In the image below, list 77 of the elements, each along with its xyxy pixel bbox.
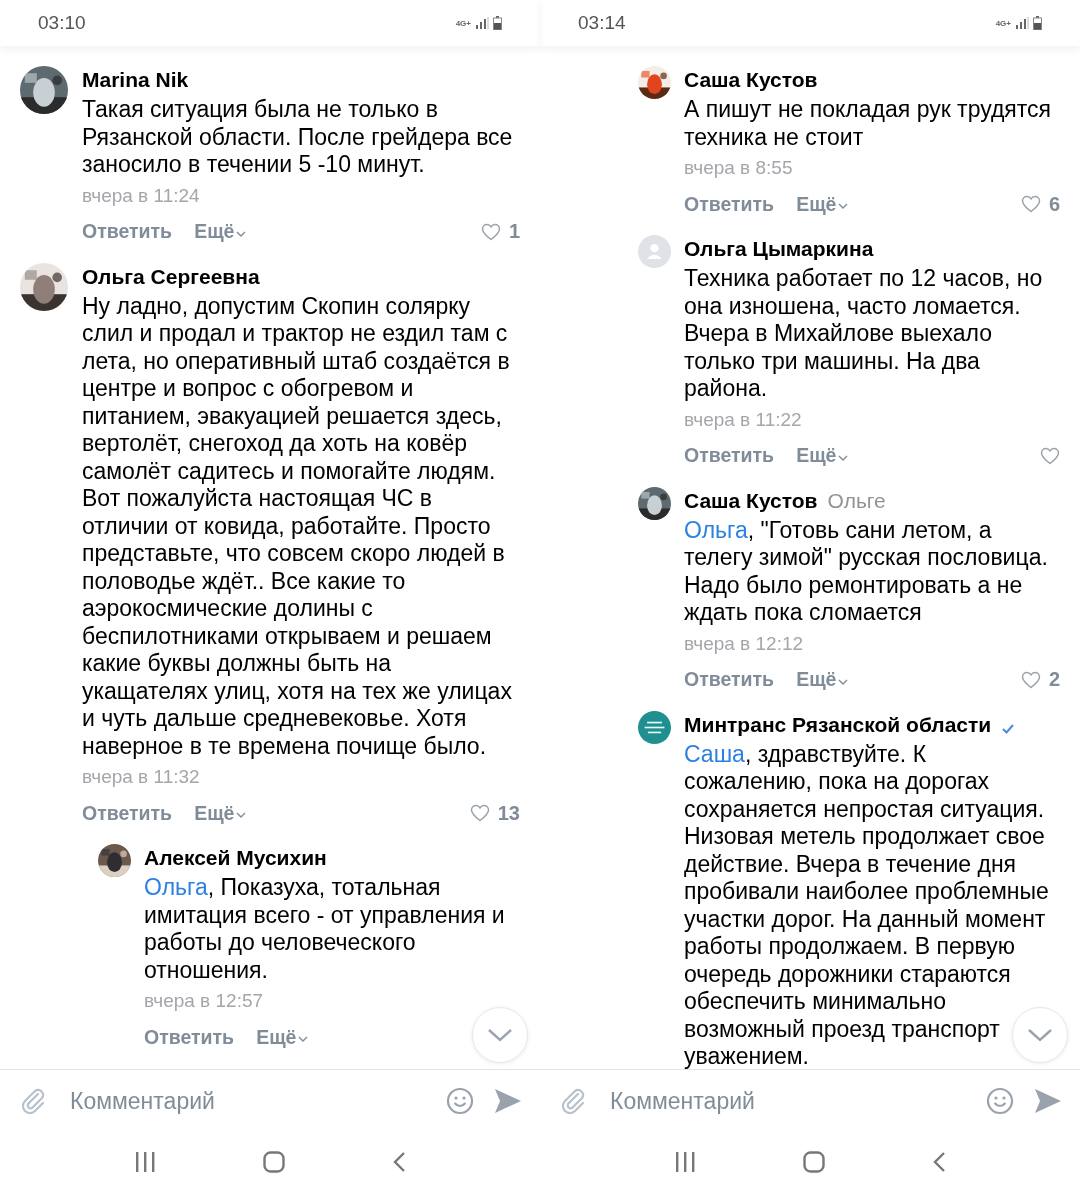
like-count: 2 — [1048, 668, 1060, 691]
author-name[interactable]: Минтранс Рязанской области — [684, 712, 992, 737]
comment-time: вчера в 12:12 — [684, 631, 805, 656]
author-name[interactable]: Саша Кустов — [684, 68, 818, 92]
caret-icon — [236, 230, 247, 237]
comment-input[interactable]: Комментарий — [608, 1086, 966, 1116]
network-type: 4G+ — [995, 18, 1011, 28]
comment-time: вчера в 11:32 — [82, 765, 201, 789]
more-link[interactable]: Ещё — [256, 1025, 309, 1049]
logo-icon — [638, 710, 671, 744]
chevron-down-icon — [487, 1028, 513, 1042]
battery-icon — [493, 16, 502, 30]
caret-icon — [838, 454, 849, 461]
reply-link[interactable]: Ответить — [684, 668, 775, 691]
comment-text: возможный проезд транспорт уважением. — [684, 1015, 1001, 1069]
author-name[interactable]: Алексей Мусихин — [144, 846, 327, 870]
comment-text: Ну ладно, допустим Скопин солярку слил и продал и трактор не ездил там с лета, но оперативный штаб создаётся в центре и вопрос с обогревом и питанием, эвакуацией решается здесь, вертолёт, снегоход да хоть на ковёр самолёт садитесь и помогайте людям. Вот пожалуйста настоящая ЧС в отличии от ковида, работайте. Просто представьте, что совсем скоро людей в половодье ждёт.. Все какие то аэрокосмические долины с беспилотниками открываем и решаем какие буквы должны быть на укащателях улиц, хотя на тех же улицах и чуть дальше средневековье. Хотя наверное в те времена почище было. — [82, 292, 513, 760]
comment-time: вчера в 8:55 — [684, 156, 794, 180]
mention-link[interactable]: Ольга — [144, 874, 208, 900]
author-name[interactable]: Ольга Сергеевна — [82, 264, 260, 289]
comment-input[interactable]: Комментарий — [68, 1086, 426, 1116]
author-name[interactable]: Marina Nik — [82, 68, 189, 92]
more-link[interactable]: Ещё — [796, 668, 849, 691]
like-count: 13 — [497, 801, 520, 825]
heart-icon[interactable] — [1020, 670, 1041, 689]
reply-link[interactable]: Ответить — [82, 220, 173, 243]
signal-icon — [475, 17, 489, 29]
comment-time: вчера в 11:22 — [684, 407, 803, 432]
more-link[interactable]: Ещё — [796, 444, 849, 467]
more-link[interactable]: Ещё — [796, 192, 849, 216]
comment-time: вчера в 12:57 — [144, 989, 265, 1013]
back-icon[interactable] — [392, 1151, 407, 1173]
heart-icon[interactable] — [1040, 446, 1060, 465]
mention-link[interactable]: Саша — [684, 740, 745, 767]
battery-icon — [1033, 16, 1042, 30]
more-link[interactable]: Ещё — [194, 801, 247, 825]
reply-link[interactable]: Ответить — [684, 444, 775, 467]
signal-icon — [1015, 17, 1029, 29]
reply-link[interactable]: Ответить — [144, 1025, 235, 1049]
comment-time: вчера в 11:24 — [82, 183, 201, 208]
comment-text: Ольга, "Готовь сани летом, а телегу зимой" русская пословица. Надо было ремонтировать а не ждать пока сломается — [684, 516, 1049, 627]
status-time: 03:14 — [578, 12, 626, 34]
heart-icon[interactable] — [1020, 195, 1041, 213]
heart-icon[interactable] — [469, 804, 490, 822]
like-count: 6 — [1048, 192, 1060, 216]
send-icon[interactable] — [1034, 1088, 1062, 1114]
reply-link[interactable]: Ответить — [684, 192, 775, 216]
caret-icon — [838, 203, 849, 209]
back-icon[interactable] — [932, 1151, 947, 1173]
more-link[interactable]: Ещё — [194, 220, 247, 243]
home-icon[interactable] — [263, 1151, 285, 1173]
scroll-down-button[interactable] — [472, 1007, 528, 1063]
send-icon[interactable] — [494, 1088, 522, 1114]
comment-text: Такая ситуация была не только в Рязанской области. После грейдера все заносило в течении 5 -10 минут. — [82, 96, 514, 179]
comment-text: Техника работает по 12 часов, но она изношена, часто ломается. Вчера в Михайлове выехало только три машины. На два района. — [684, 265, 1044, 403]
author-name[interactable]: Саша Кустов — [684, 488, 818, 513]
avatar-icon — [638, 235, 671, 268]
network-type: 4G+ — [455, 18, 471, 28]
home-icon[interactable] — [803, 1151, 825, 1173]
caret-icon — [298, 1036, 309, 1042]
scroll-down-button[interactable] — [1012, 1007, 1068, 1063]
mention-link[interactable]: Ольга — [684, 516, 748, 543]
emoji-icon[interactable] — [446, 1087, 474, 1115]
recent-apps-icon[interactable] — [133, 1152, 156, 1172]
caret-icon — [838, 678, 849, 685]
emoji-icon[interactable] — [986, 1087, 1014, 1115]
comment-text: Ольга, Показуха, тотальная имитация всего - от управления и работы до человеческого отношения. — [144, 874, 506, 984]
status-time: 03:10 — [38, 12, 86, 34]
comment-text: А пишут не покладая рук трудятся техника не стоит — [684, 96, 1053, 151]
heart-icon[interactable] — [480, 222, 501, 241]
reply-to-name: Ольге — [827, 488, 886, 513]
like-count: 1 — [508, 220, 520, 243]
caret-icon — [236, 812, 247, 818]
author-name[interactable]: Ольга Цымаркина — [684, 237, 874, 261]
chevron-down-icon — [1027, 1028, 1053, 1042]
reply-link[interactable]: Ответить — [82, 801, 173, 825]
recent-apps-icon[interactable] — [673, 1152, 696, 1172]
